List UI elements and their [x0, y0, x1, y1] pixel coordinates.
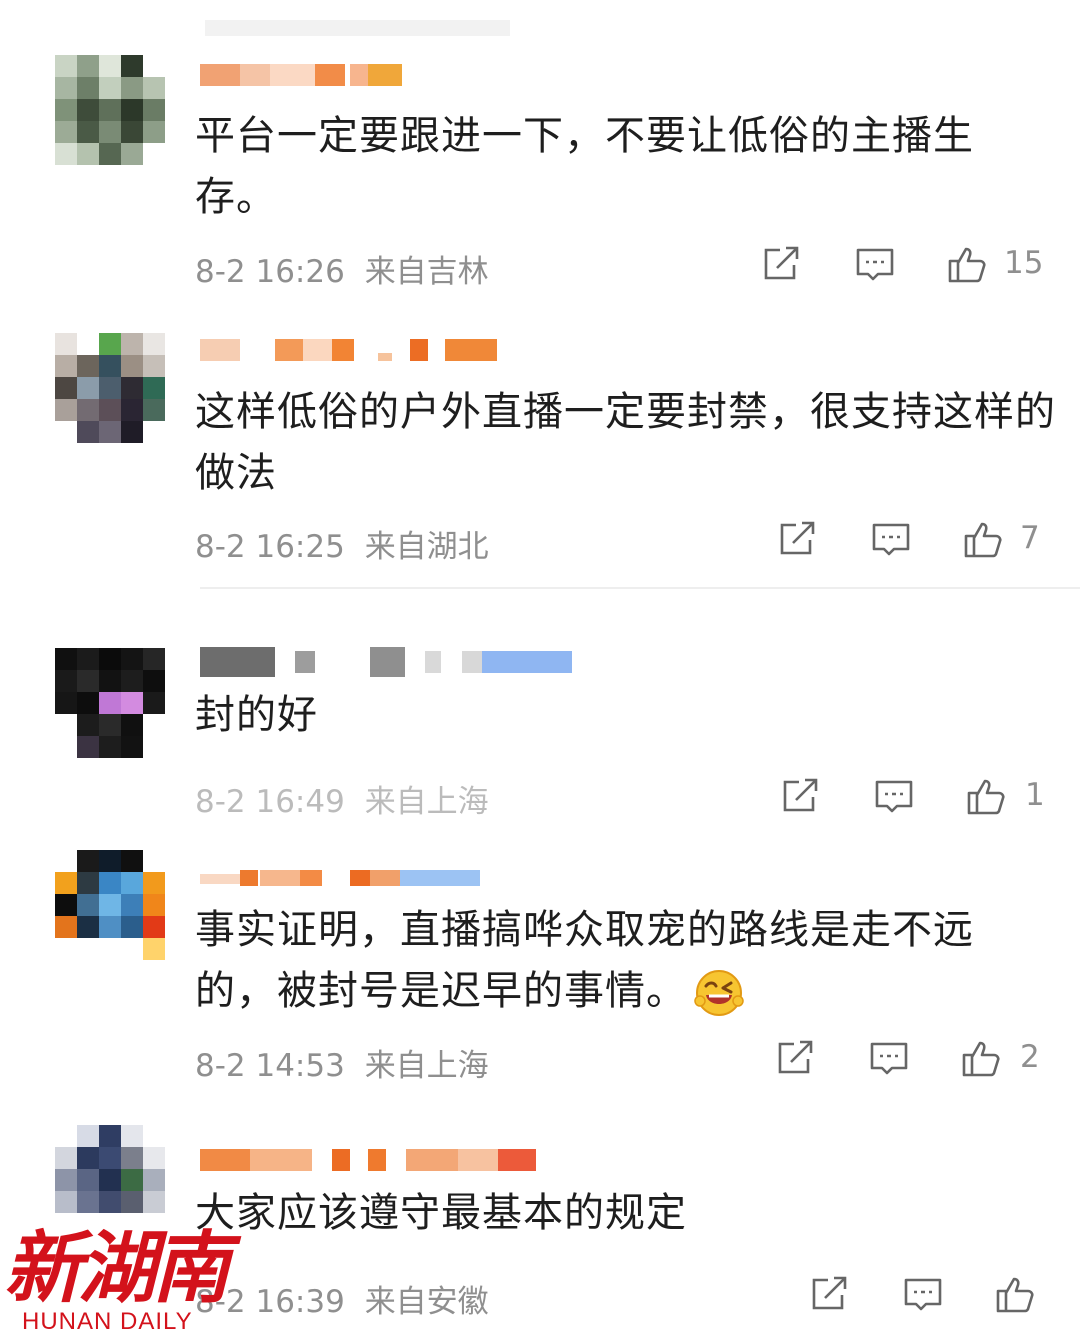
comment-icon[interactable] [868, 1037, 910, 1079]
comment-time: 8-2 16:26 [195, 254, 345, 290]
comment-actions [808, 1273, 1058, 1323]
comment-actions: 1 [779, 775, 1069, 825]
comment-text: 封的好 [195, 692, 318, 738]
avatar[interactable] [55, 648, 165, 758]
thumbs-up-icon[interactable] [962, 518, 1004, 560]
like-count: 15 [1004, 245, 1044, 281]
like-count: 2 [1020, 1039, 1040, 1075]
comment-icon[interactable] [854, 243, 896, 285]
share-icon[interactable] [776, 518, 818, 560]
like-count: 1 [1025, 777, 1045, 813]
section-divider [200, 587, 1080, 589]
comment-time: 8-2 16:49 [195, 784, 345, 820]
share-icon[interactable] [774, 1037, 816, 1079]
comment-actions: 15 [760, 243, 1060, 293]
comment-text: 事实证明，直播搞哗众取宠的路线是走不远的，被封号是迟早的事情。 [195, 900, 1025, 1022]
top-divider [205, 20, 510, 36]
avatar[interactable] [55, 850, 165, 960]
comment-meta: 8-2 16:25 来自湖北 [195, 521, 489, 566]
comment-meta: 8-2 16:49 来自上海 [195, 776, 489, 821]
like-count: 7 [1020, 520, 1040, 556]
comment-location: 来自吉林 [364, 254, 489, 290]
hunan-daily-watermark: 新湖南 HUNAN DAILY [0, 1200, 230, 1336]
share-icon[interactable] [760, 243, 802, 285]
comment-location: 来自安徽 [364, 1284, 489, 1320]
username-blurred[interactable] [200, 1143, 540, 1177]
comment-meta: 8-2 16:26 来自吉林 [195, 246, 489, 291]
thumbs-up-icon[interactable] [994, 1273, 1036, 1315]
share-icon[interactable] [779, 775, 821, 817]
comment-location: 来自湖北 [364, 529, 489, 565]
comment-meta: 8-2 14:53 来自上海 [195, 1040, 489, 1085]
watermark-english-text: HUNAN DAILY [22, 1308, 193, 1335]
comment-text: 平台一定要跟进一下，不要让低俗的主播生存。 [195, 113, 974, 220]
comment-icon[interactable] [870, 518, 912, 560]
comment-actions: 2 [774, 1037, 1064, 1087]
avatar[interactable] [55, 333, 165, 443]
comment-location: 来自上海 [364, 784, 489, 820]
username-blurred[interactable] [200, 58, 410, 92]
username-blurred[interactable] [200, 862, 490, 896]
username-blurred[interactable] [200, 333, 500, 367]
thumbs-up-icon[interactable] [960, 1037, 1002, 1079]
username-blurred[interactable] [200, 645, 580, 679]
laughing-face-emoji [693, 967, 745, 1019]
comment-text: 大家应该遵守最基本的规定 [195, 1190, 687, 1236]
share-icon[interactable] [808, 1273, 850, 1315]
comment-icon[interactable] [873, 775, 915, 817]
comment-text: 这样低俗的户外直播一定要封禁，很支持这样的做法 [195, 389, 1056, 496]
comment-location: 来自上海 [364, 1048, 489, 1084]
comment-time: 8-2 16:25 [195, 529, 345, 565]
comment-icon[interactable] [902, 1273, 944, 1315]
comment-time: 8-2 14:53 [195, 1048, 345, 1084]
comment-actions: 7 [776, 518, 1066, 568]
avatar[interactable] [55, 55, 165, 165]
thumbs-up-icon[interactable] [946, 243, 988, 285]
comment-meta: 8-2 16:39 来自安徽 [195, 1276, 489, 1321]
thumbs-up-icon[interactable] [965, 775, 1007, 817]
comment-text-content: 事实证明，直播搞哗众取宠的路线是走不远的，被封号是迟早的事情。 [195, 907, 974, 1014]
watermark-chinese-logo: 新湖南 [4, 1223, 230, 1314]
